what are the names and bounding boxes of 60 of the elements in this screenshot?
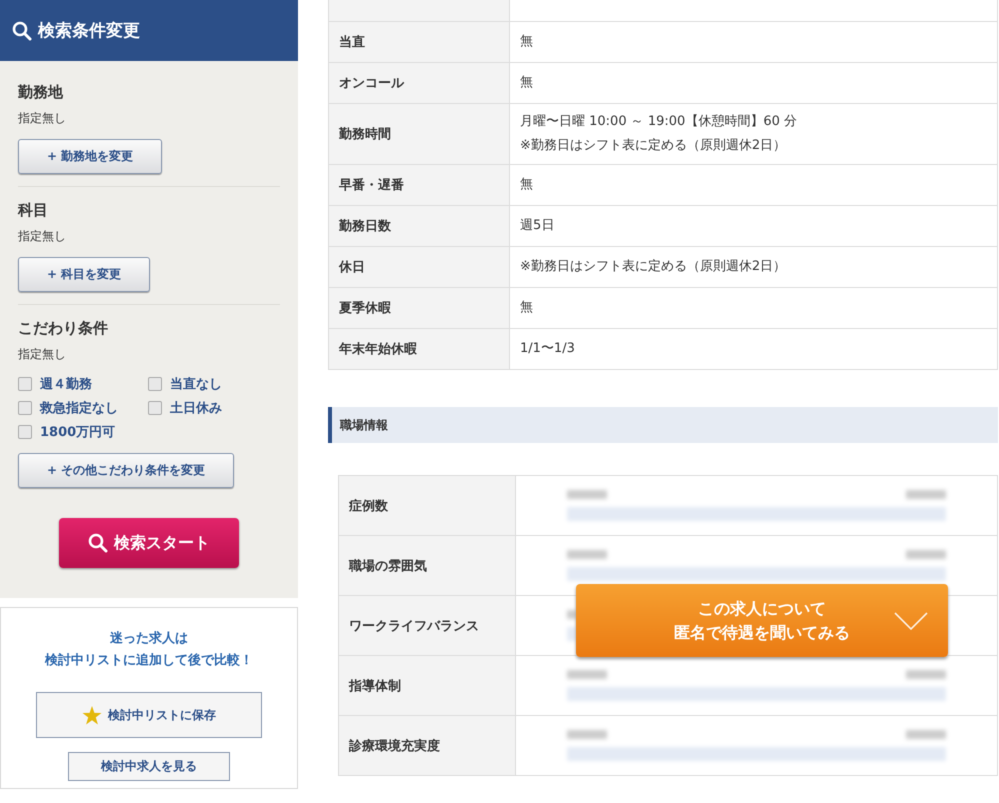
change-button[interactable]: + 科目を変更 xyxy=(18,257,150,292)
blurred-text xyxy=(906,490,946,499)
row-label: 診療環境充実度 xyxy=(338,716,516,776)
row-value: 無 xyxy=(520,33,534,51)
checkbox-option[interactable]: 当直なし xyxy=(148,375,278,393)
row-label: オンコール xyxy=(328,62,510,104)
section-heading: 科目 xyxy=(18,201,49,220)
blurred-text xyxy=(567,670,607,679)
row-value: 無 xyxy=(520,74,534,92)
blurred-text xyxy=(906,670,946,679)
row-label: 職場の雰囲気 xyxy=(338,536,516,596)
row-value: 週5日 xyxy=(520,217,556,235)
section-heading: 勤務地 xyxy=(18,83,64,102)
row-value: ※勤務日はシフト表に定める（原則週休2日） xyxy=(520,258,788,276)
row-label: 指導体制 xyxy=(338,656,516,716)
blurred-text xyxy=(567,730,607,739)
checkbox-option[interactable]: 1800万円可 xyxy=(18,423,148,441)
checkbox[interactable] xyxy=(18,401,32,415)
section-value: 指定無し xyxy=(18,228,67,245)
row-label: 早番・遅番 xyxy=(328,164,510,206)
checkbox[interactable] xyxy=(148,377,162,391)
chevron-down-icon xyxy=(894,612,928,630)
row-label: 休日 xyxy=(328,246,510,288)
save-message: 迷った求人は xyxy=(109,630,189,648)
row-label: 夏季休暇 xyxy=(328,288,510,328)
row-value: 無 xyxy=(520,299,534,317)
search-icon xyxy=(12,20,32,40)
row-label: 年末年始休暇 xyxy=(328,328,510,370)
panel-title: 検索条件変更 xyxy=(38,20,140,42)
section-heading: こだわり条件 xyxy=(18,319,109,338)
section-value: 指定無し xyxy=(18,110,67,127)
search-start-button[interactable]: 検索スタート xyxy=(59,518,239,568)
row-label: 症例数 xyxy=(338,476,516,536)
row-value: 1/1〜1/3 xyxy=(520,340,576,358)
blurred-text xyxy=(567,550,607,559)
row-label: 当直 xyxy=(328,22,510,62)
checkbox[interactable] xyxy=(18,425,32,439)
star-icon xyxy=(82,706,102,724)
row-value: 月曜〜日曜 10:00 ～ 19:00【休憩時間】60 分 xyxy=(520,113,798,131)
save-message: 検討中リストに追加して後で比較！ xyxy=(45,652,253,670)
row-value: ※勤務日はシフト表に定める（原則週休2日） xyxy=(520,137,788,155)
view-list-button[interactable]: 検討中求人を見る xyxy=(68,752,230,781)
row-label: 勤務日数 xyxy=(328,206,510,246)
checkbox-option[interactable]: 土日休み xyxy=(148,399,278,417)
search-icon xyxy=(88,533,108,553)
section-value: 指定無し xyxy=(18,346,67,363)
section-title: 職場情報 xyxy=(340,416,388,434)
change-button[interactable]: + 勤務地を変更 xyxy=(18,139,162,174)
blurred-text xyxy=(906,550,946,559)
row-label: ワークライフバランス xyxy=(338,596,516,656)
blurred-text xyxy=(906,730,946,739)
row-label: 勤務時間 xyxy=(328,104,510,164)
save-button[interactable]: 検討中リストに保存 xyxy=(36,692,262,738)
blurred-text xyxy=(567,490,607,499)
row-value: 無 xyxy=(520,176,534,194)
checkbox[interactable] xyxy=(18,377,32,391)
checkbox[interactable] xyxy=(148,401,162,415)
checkbox-option[interactable]: 週４勤務 xyxy=(18,375,148,393)
checkbox-option[interactable]: 救急指定なし xyxy=(18,399,148,417)
change-button[interactable]: + その他こだわり条件を変更 xyxy=(18,453,234,488)
